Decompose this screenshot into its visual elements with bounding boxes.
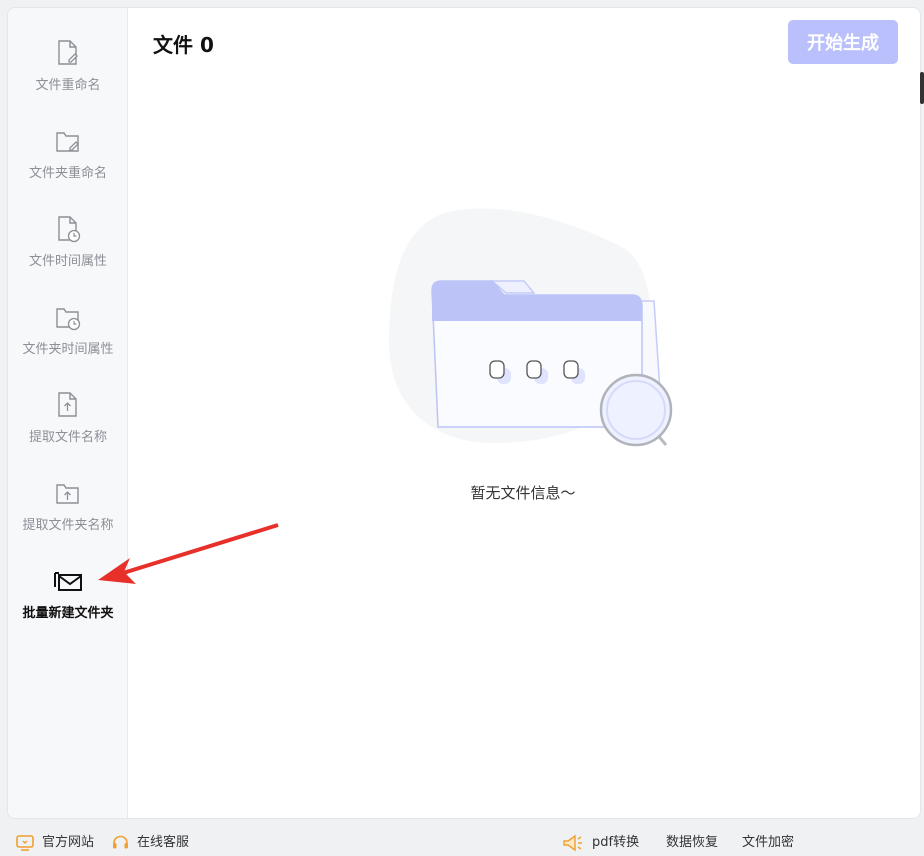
sidebar-item-label: 文件时间属性 xyxy=(28,254,107,269)
monitor-icon xyxy=(16,834,34,851)
app-window: 文件重命名 文件夹重命名 文件时间属性 文件夹时间属性 提取文件名称 提取文件夹… xyxy=(7,7,921,819)
file-edit-icon xyxy=(58,40,78,65)
file-upload-icon xyxy=(58,392,77,417)
mail-folder-icon xyxy=(54,572,82,591)
empty-folder-illustration xyxy=(389,208,673,447)
folder-upload-icon xyxy=(56,484,79,504)
sidebar-item-file-time[interactable]: 文件时间属性 xyxy=(8,184,128,272)
pdf-convert-link[interactable]: pdf转换 xyxy=(562,831,639,852)
folder-clock-icon xyxy=(56,308,81,331)
scrollbar-handle[interactable] xyxy=(920,72,924,104)
data-recovery-label: 数据恢复 xyxy=(666,835,719,850)
data-recovery-link[interactable]: 数据恢复 xyxy=(666,831,718,850)
file-encrypt-link[interactable]: 文件加密 xyxy=(742,831,794,850)
sidebar-item-extract-file-names[interactable]: 提取文件名称 xyxy=(8,360,128,448)
sidebar-item-folder-time[interactable]: 文件夹时间属性 xyxy=(8,272,128,360)
file-clock-icon xyxy=(58,216,81,243)
online-support-label: 在线客服 xyxy=(137,835,190,850)
headset-icon xyxy=(113,835,128,848)
sidebar-item-file-rename[interactable]: 文件重命名 xyxy=(8,8,128,96)
sidebar-item-label: 文件夹时间属性 xyxy=(22,342,114,357)
sidebar-item-folder-rename[interactable]: 文件夹重命名 xyxy=(8,96,128,184)
start-generate-button[interactable]: 开始生成 xyxy=(788,20,898,64)
page-title: 文件 0 xyxy=(153,33,214,57)
file-encrypt-label: 文件加密 xyxy=(742,835,795,850)
megaphone-icon xyxy=(563,834,582,851)
online-support-link[interactable]: 在线客服 xyxy=(112,831,189,851)
sidebar-item-batch-new-folder[interactable]: 批量新建文件夹 xyxy=(8,536,128,624)
sidebar-item-extract-folder-names[interactable]: 提取文件夹名称 xyxy=(8,448,128,536)
pdf-convert-label: pdf转换 xyxy=(592,835,640,850)
official-website-label: 官方网站 xyxy=(42,835,95,850)
sidebar-item-label: 提取文件夹名称 xyxy=(22,518,114,533)
footer-bar: 官方网站 在线客服 pdf转换 数据恢复 文件加密 xyxy=(0,822,924,856)
empty-state-text: 暂无文件信息～ xyxy=(470,484,576,502)
sidebar: 文件重命名 文件夹重命名 文件时间属性 文件夹时间属性 提取文件名称 提取文件夹… xyxy=(8,8,128,818)
sidebar-item-label: 文件夹重命名 xyxy=(28,166,107,181)
official-website-link[interactable]: 官方网站 xyxy=(16,831,94,851)
folder-edit-icon xyxy=(56,132,79,152)
sidebar-item-label: 文件重命名 xyxy=(35,78,101,93)
sidebar-item-label: 批量新建文件夹 xyxy=(22,606,114,621)
sidebar-item-label: 提取文件名称 xyxy=(28,430,107,445)
